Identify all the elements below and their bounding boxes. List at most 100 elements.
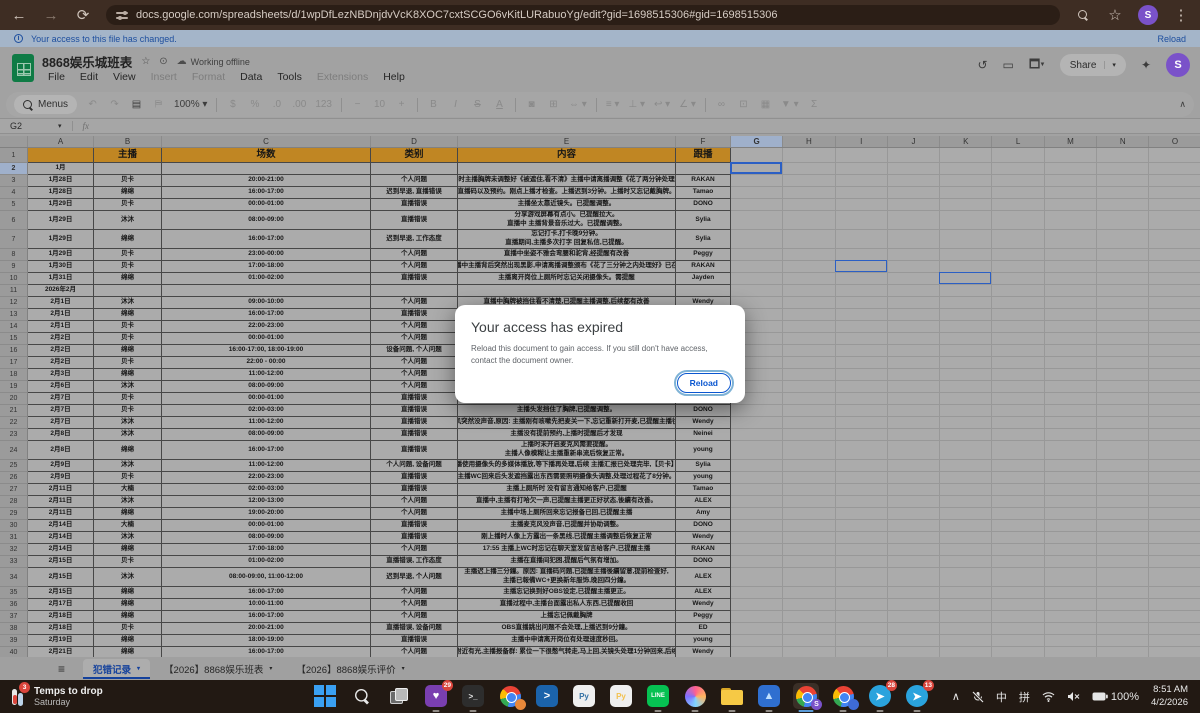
cell-N8[interactable] [1097,249,1149,261]
cell-K40[interactable] [940,647,992,657]
cell-N18[interactable] [1097,369,1149,381]
row-header-22[interactable]: 22 [0,417,28,429]
row-header-2[interactable]: 2 [0,163,28,175]
column-header-E[interactable]: E [458,136,676,147]
powershell-icon[interactable]: > [534,683,560,709]
cell-K34[interactable] [940,568,992,587]
cell-H37[interactable] [783,611,835,623]
cell-M24[interactable] [1045,441,1097,460]
gemini-icon[interactable]: ✦ [1141,58,1151,72]
cell-E10[interactable]: 主播离开岗位上厕所时忘记关闭摄像头。需提醒 [458,273,676,285]
cell-M22[interactable] [1045,417,1097,429]
row-header-5[interactable]: 5 [0,199,28,211]
cell-E24[interactable]: 上播时未开启麦克风需要提醒。 主播人像模糊让主播重新串流后恢复正常。 [458,441,676,460]
cell-M10[interactable] [1045,273,1097,285]
line-app-icon[interactable]: LINE [645,683,671,709]
cell-H19[interactable] [783,381,835,393]
cell-A8[interactable]: 1月29日 [28,249,94,261]
cell-N34[interactable] [1097,568,1149,587]
cell-D25[interactable]: 个人问题, 设备问题 [371,460,458,472]
row-header-11[interactable]: 11 [0,285,28,297]
cell-D20[interactable]: 直播错误 [371,393,458,405]
column-header-D[interactable]: D [371,136,458,147]
cell-N36[interactable] [1097,599,1149,611]
cell-J16[interactable] [888,345,940,357]
cell-L13[interactable] [992,309,1044,321]
cell-F3[interactable]: RAKAN [676,175,731,187]
cell-H5[interactable] [783,199,835,211]
browser-menu-icon[interactable]: ⋮ [1172,6,1190,24]
cell-A36[interactable]: 2月17日 [28,599,94,611]
cell-L26[interactable] [992,472,1044,484]
cell-L4[interactable] [992,187,1044,199]
cell-L37[interactable] [992,611,1044,623]
cell-J24[interactable] [888,441,940,460]
cell-O7[interactable] [1149,230,1200,249]
cell-N11[interactable] [1097,285,1149,297]
cell-K15[interactable] [940,333,992,345]
cell-A32[interactable]: 2月14日 [28,544,94,556]
cell-M23[interactable] [1045,429,1097,441]
cell-H28[interactable] [783,496,835,508]
cell-D21[interactable]: 直播错误 [371,405,458,417]
row-header-31[interactable]: 31 [0,532,28,544]
site-info-icon[interactable] [116,10,128,20]
cell-E9[interactable]: 直播中主播背后突然出现黑影,申请离播调整颁布《花了三分钟之内处理好》已在帮 [458,261,676,273]
cell-B36[interactable]: 绵绵 [94,599,162,611]
cell-L40[interactable] [992,647,1044,657]
cell-K7[interactable] [940,230,992,249]
cell-J25[interactable] [888,460,940,472]
cell-K21[interactable] [940,405,992,417]
cell-C4[interactable]: 16:00-17:00 [162,187,371,199]
borders-icon[interactable]: ⊞ [547,99,560,110]
cell-F4[interactable]: Tamao [676,187,731,199]
menu-file[interactable]: File [42,69,71,85]
cell-D33[interactable]: 直播错误, 工作态度 [371,556,458,568]
cell-B9[interactable]: 贝卡 [94,261,162,273]
insert-chart-icon[interactable]: ▦ [759,99,772,110]
menu-insert[interactable]: Insert [145,69,183,85]
cell-J7[interactable] [888,230,940,249]
cell-M18[interactable] [1045,369,1097,381]
cell-C3[interactable]: 20:00-21:00 [162,175,371,187]
cell-N35[interactable] [1097,587,1149,599]
row-header-28[interactable]: 28 [0,496,28,508]
cell-F7[interactable]: Sylia [676,230,731,249]
cell-M15[interactable] [1045,333,1097,345]
cell-I18[interactable] [836,369,888,381]
cell-L3[interactable] [992,175,1044,187]
cell-E3[interactable]: 上播时主播胸牌未调整好《被遮住,看不清》主播中请离播调整《花了两分钟处理好》 [458,175,676,187]
cell-O23[interactable] [1149,429,1200,441]
sheets-profile-avatar[interactable]: S [1166,53,1190,77]
cell-B1[interactable]: 主播 [94,148,162,163]
cell-F35[interactable]: ALEX [676,587,731,599]
cell-H18[interactable] [783,369,835,381]
cell-M17[interactable] [1045,357,1097,369]
cell-A35[interactable]: 2月15日 [28,587,94,599]
cell-D1[interactable]: 类别 [371,148,458,163]
cell-N12[interactable] [1097,297,1149,309]
cell-M30[interactable] [1045,520,1097,532]
menus-search-button[interactable]: Menus [14,95,77,114]
cell-J5[interactable] [888,199,940,211]
cell-L10[interactable] [992,273,1044,285]
cell-C27[interactable]: 02:00-03:00 [162,484,371,496]
cell-G2[interactable] [731,163,783,175]
cell-D13[interactable]: 直播错误 [371,309,458,321]
insert-link-icon[interactable]: ∞ [715,99,728,110]
cell-M4[interactable] [1045,187,1097,199]
cell-E40[interactable]: 附近有光,主播报备群: 累位一下很憋气转走,马上回,关镜头处理1分钟回来,后续 [458,647,676,657]
row-header-30[interactable]: 30 [0,520,28,532]
column-header-O[interactable]: O [1149,136,1200,147]
cell-G29[interactable] [731,508,783,520]
cell-A39[interactable]: 2月19日 [28,635,94,647]
column-header-N[interactable]: N [1097,136,1149,147]
cell-G40[interactable] [731,647,783,657]
cell-K30[interactable] [940,520,992,532]
row-header-13[interactable]: 13 [0,309,28,321]
cell-I2[interactable] [836,163,888,175]
back-icon[interactable]: ← [10,7,28,24]
cell-D28[interactable]: 个人问题 [371,496,458,508]
cell-L19[interactable] [992,381,1044,393]
cell-O19[interactable] [1149,381,1200,393]
